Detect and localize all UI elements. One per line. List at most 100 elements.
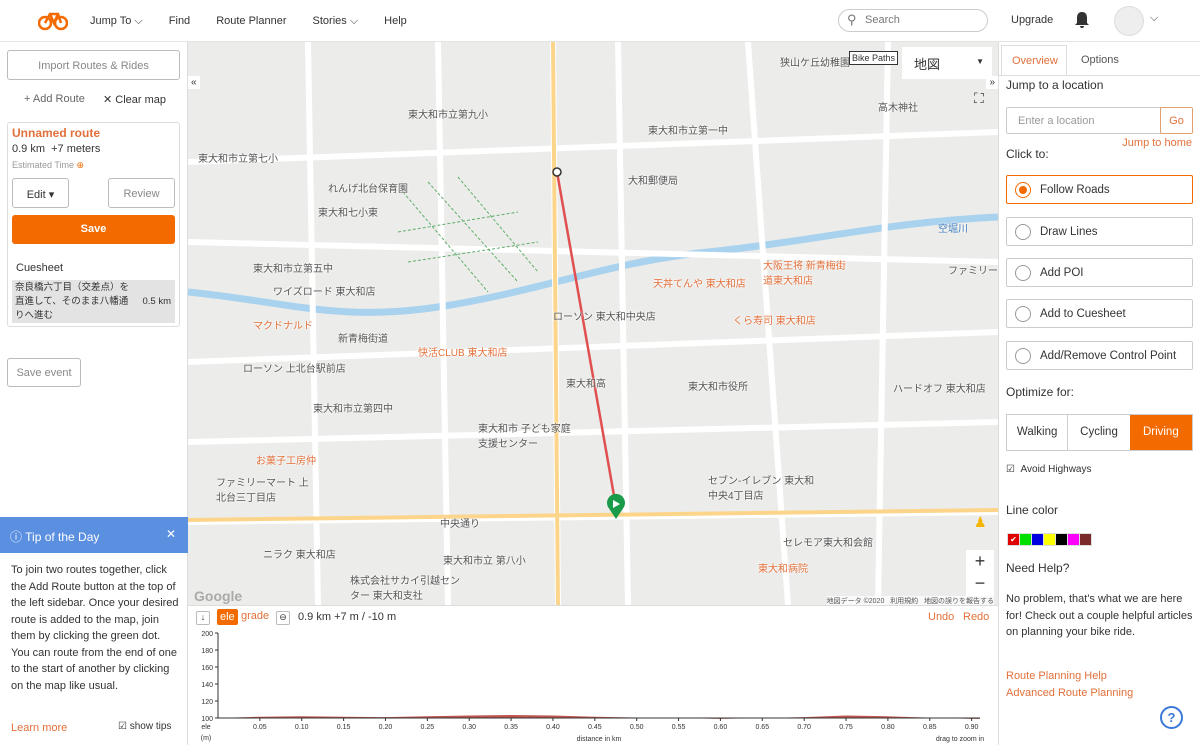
left-sidebar: Import Routes & Rides + Add Route ✕ Clea…	[0, 42, 188, 745]
estimated-time[interactable]: Estimated Time ⊕	[12, 160, 84, 171]
collapse-elevation-button[interactable]: ↓	[196, 611, 210, 625]
route-planning-help-link[interactable]: Route Planning Help	[1006, 670, 1107, 682]
map-type-select[interactable]: 地図 ▼	[902, 47, 992, 79]
optimize-walking[interactable]: Walking	[1007, 415, 1069, 450]
undo-button[interactable]: Undo	[928, 611, 954, 623]
line-color-swatch[interactable]	[1080, 534, 1091, 545]
plus-icon[interactable]: ⊕	[77, 160, 85, 170]
nav-help[interactable]: Help	[384, 15, 407, 27]
y-tick-label: 160	[201, 665, 213, 672]
search-icon: ⚲	[847, 12, 857, 27]
option-draw-lines[interactable]: Draw Lines	[1006, 217, 1193, 246]
x-axis-label: distance in km	[577, 736, 622, 743]
option-label: Add POI	[1040, 267, 1084, 279]
map-label: ワイズロード 東大和店	[273, 287, 376, 298]
route-line	[555, 171, 618, 508]
info-icon: ⓘ	[10, 530, 23, 544]
nav-jump-to[interactable]: Jump To ⌵	[90, 15, 143, 28]
edit-dropdown[interactable]: Edit ▾	[12, 178, 69, 208]
zoom-in-button[interactable]: +	[966, 550, 994, 572]
estimated-time-label: Estimated Time	[12, 160, 75, 170]
zoom-icon[interactable]: ⊖	[276, 611, 290, 625]
x-tick-label: 0.15	[337, 724, 351, 731]
tip-title: Tip of the Day	[25, 530, 100, 544]
option-follow-roads[interactable]: Follow Roads	[1006, 175, 1193, 204]
cue-item[interactable]: 奈良橋六丁目（交差点）を直進して、そのまま八幡通りへ進む 0.5 km	[12, 280, 175, 323]
cuesheet-title: Cuesheet	[16, 262, 64, 274]
fullscreen-icon[interactable]: ⛶	[974, 90, 984, 107]
line-color-swatch[interactable]	[1044, 534, 1055, 545]
option-add-poi[interactable]: Add POI	[1006, 258, 1193, 287]
google-logo: Google	[194, 588, 243, 604]
import-routes-button[interactable]: Import Routes & Rides	[7, 50, 180, 80]
learn-more-link[interactable]: Learn more	[11, 722, 67, 734]
map-label: 中央通り	[440, 519, 480, 530]
zoom-out-button[interactable]: −	[966, 572, 994, 594]
location-input[interactable]: Enter a location	[1006, 107, 1161, 134]
tip-of-the-day: ⓘ Tip of the Day ✕ To join two routes to…	[0, 517, 188, 745]
add-route-button[interactable]: + Add Route	[24, 93, 85, 105]
tab-options[interactable]: Options	[1081, 54, 1119, 66]
y-tick-label: 140	[201, 682, 213, 689]
line-color-swatch[interactable]	[1068, 534, 1079, 545]
close-icon[interactable]: ✕	[166, 527, 176, 541]
option-control-point[interactable]: Add/Remove Control Point	[1006, 341, 1193, 370]
nav-stories[interactable]: Stories ⌵	[313, 15, 359, 28]
ele-tab[interactable]: ele	[217, 609, 238, 625]
option-add-to-cuesheet[interactable]: Add to Cuesheet	[1006, 299, 1193, 328]
chevron-down-icon[interactable]: ⌵	[1150, 12, 1158, 25]
save-event-button[interactable]: Save event	[7, 358, 81, 387]
x-tick-label: 0.85	[923, 724, 937, 731]
map-label: 東大和市立第九小	[408, 110, 488, 121]
map-label: 東大和市役所	[688, 382, 748, 393]
collapse-left-icon[interactable]: «	[188, 76, 200, 89]
elevation-chart[interactable]: 200 180 160 140 120 100 0.05 0.10 0.15 0.20 0.25 0.…	[188, 628, 998, 743]
save-button[interactable]: Save	[12, 215, 175, 244]
help-button[interactable]: ?	[1160, 706, 1183, 729]
upgrade-link[interactable]: Upgrade	[1011, 14, 1053, 26]
map-label: 狭山ケ丘幼稚園	[780, 58, 850, 69]
line-color-swatch[interactable]	[1056, 534, 1067, 545]
line-color-swatch[interactable]	[1020, 534, 1031, 545]
review-button[interactable]: Review	[108, 178, 175, 208]
advanced-route-planning-link[interactable]: Advanced Route Planning	[1006, 687, 1133, 699]
x-tick-label: 0.45	[588, 724, 602, 731]
radio-icon	[1015, 224, 1031, 240]
clear-map-button[interactable]: ✕ Clear map	[103, 93, 166, 106]
map-canvas[interactable]: 東大和市立第九小 東大和市立第一中 大和郵便局 れんげ北台保育園 東大和七小東 …	[188, 42, 998, 605]
line-color-swatches: ✔	[1007, 533, 1092, 546]
map-label: お菓子工房仲	[256, 456, 316, 467]
map-label: 東大和市立 第八小	[443, 556, 526, 567]
map-label: 株式会社サカイ引越センター 東大和支社	[350, 576, 460, 602]
option-label: Add to Cuesheet	[1040, 308, 1126, 320]
search-input[interactable]: ⚲ Search	[838, 9, 988, 32]
go-button[interactable]: Go	[1160, 107, 1193, 134]
x-tick-label: 0.75	[839, 724, 853, 731]
map-attribution[interactable]: 地図データ ©2020 利用規約 地図の誤りを報告する	[826, 596, 994, 605]
nav-route-planner[interactable]: Route Planner	[216, 15, 286, 27]
jump-home-link[interactable]: Jump to home	[1122, 137, 1192, 149]
elevation-summary: 0.9 km +7 m / -10 m	[298, 611, 397, 623]
line-color-swatch[interactable]: ✔	[1008, 534, 1019, 545]
pegman-icon[interactable]: ♟	[974, 514, 987, 531]
optimize-cycling[interactable]: Cycling	[1068, 415, 1129, 450]
optimize-driving[interactable]: Driving	[1129, 415, 1192, 450]
x-tick-label: 0.35	[504, 724, 518, 731]
grade-tab[interactable]: grade	[241, 610, 269, 622]
show-tips-checkbox[interactable]: ☑ show tips	[118, 721, 171, 732]
bell-icon[interactable]	[1074, 11, 1090, 29]
avatar[interactable]	[1114, 6, 1144, 36]
line-color-swatch[interactable]	[1032, 534, 1043, 545]
route-name[interactable]: Unnamed route	[12, 126, 100, 140]
bike-paths-toggle[interactable]: Bike Paths	[849, 51, 899, 65]
nav-find[interactable]: Find	[169, 15, 190, 27]
avoid-highways-checkbox[interactable]: ☑ Avoid Highways	[1006, 464, 1092, 475]
cue-text: 奈良橋六丁目（交差点）を直進して、そのまま八幡通りへ進む	[15, 282, 130, 321]
tab-overview[interactable]: Overview	[1001, 45, 1067, 76]
route-card: Unnamed route 0.9 km +7 meters Estimated…	[7, 122, 180, 327]
logo-icon[interactable]	[38, 9, 68, 31]
redo-button[interactable]: Redo	[963, 611, 989, 623]
map-label: 空堀川	[938, 224, 968, 235]
map-label: 東大和市立第四中	[313, 404, 393, 415]
x-tick-label: 0.05	[253, 724, 267, 731]
